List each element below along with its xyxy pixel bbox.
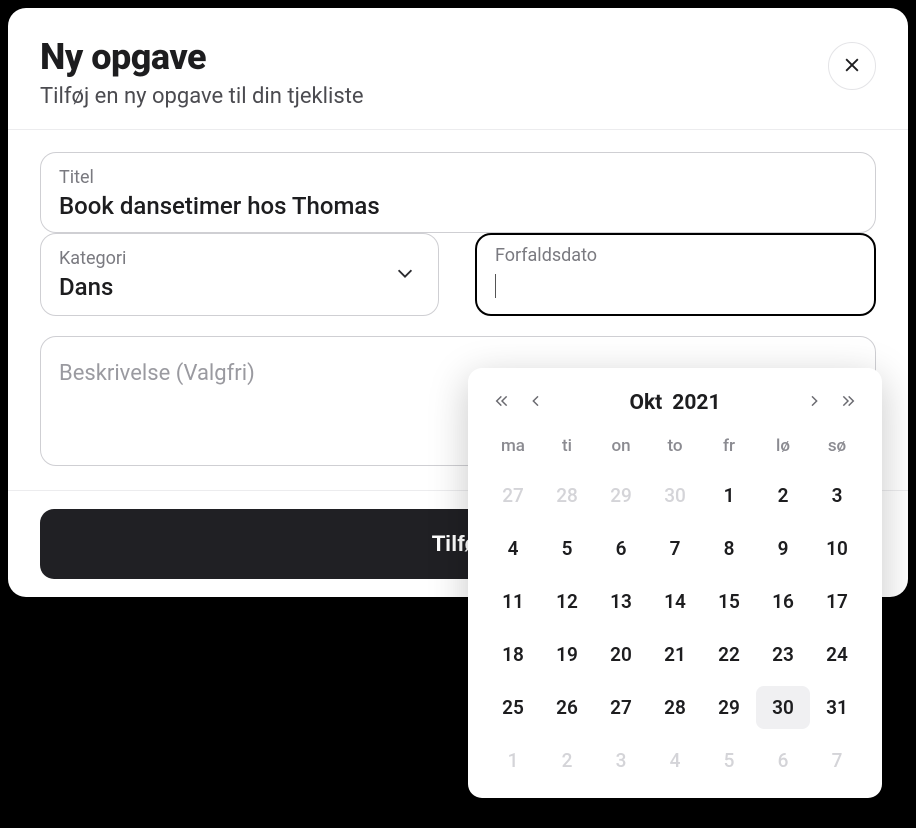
datepicker-day[interactable]: 7 <box>648 527 702 570</box>
category-field[interactable]: Kategori Dans <box>40 233 439 316</box>
datepicker-day[interactable]: 11 <box>486 580 540 623</box>
datepicker-day[interactable]: 5 <box>540 527 594 570</box>
datepicker-day[interactable]: 29 <box>702 686 756 729</box>
datepicker-day[interactable]: 13 <box>594 580 648 623</box>
datepicker-day[interactable]: 14 <box>648 580 702 623</box>
prev-month-button[interactable] <box>526 390 546 416</box>
chevron-right-icon <box>806 393 822 413</box>
datepicker-day[interactable]: 22 <box>702 633 756 676</box>
datepicker-weekday: ti <box>540 428 594 464</box>
datepicker-day[interactable]: 18 <box>486 633 540 676</box>
datepicker-day[interactable]: 27 <box>594 686 648 729</box>
chevron-double-right-icon <box>840 393 856 413</box>
next-month-button[interactable] <box>804 390 824 416</box>
datepicker-day[interactable]: 20 <box>594 633 648 676</box>
datepicker-day[interactable]: 27 <box>486 474 540 517</box>
prev-year-button[interactable] <box>492 390 512 416</box>
datepicker-day[interactable]: 6 <box>756 739 810 782</box>
datepicker-day[interactable]: 25 <box>486 686 540 729</box>
datepicker-day[interactable]: 28 <box>648 686 702 729</box>
datepicker-year: 2021 <box>672 391 720 415</box>
datepicker-day[interactable]: 26 <box>540 686 594 729</box>
title-label: Titel <box>59 167 857 188</box>
datepicker-day[interactable]: 5 <box>702 739 756 782</box>
chevron-down-icon <box>394 262 416 288</box>
datepicker-day[interactable]: 15 <box>702 580 756 623</box>
datepicker-day[interactable]: 9 <box>756 527 810 570</box>
datepicker-weekday: on <box>594 428 648 464</box>
datepicker-day[interactable]: 21 <box>648 633 702 676</box>
title-input[interactable] <box>59 192 857 220</box>
datepicker-day[interactable]: 6 <box>594 527 648 570</box>
datepicker-day[interactable]: 3 <box>810 474 864 517</box>
datepicker-day[interactable]: 1 <box>486 739 540 782</box>
modal-title: Ny opgave <box>40 36 364 78</box>
datepicker-day[interactable]: 31 <box>810 686 864 729</box>
datepicker-day[interactable]: 1 <box>702 474 756 517</box>
datepicker-grid: mationtofrløsø27282930123456789101112131… <box>486 428 864 782</box>
chevron-double-left-icon <box>494 393 510 413</box>
text-cursor <box>495 274 496 298</box>
datepicker-day[interactable]: 2 <box>540 739 594 782</box>
duedate-label: Forfaldsdato <box>495 245 856 266</box>
datepicker-day[interactable]: 17 <box>810 580 864 623</box>
close-button[interactable] <box>828 42 876 90</box>
datepicker-title[interactable]: Okt 2021 <box>629 391 720 415</box>
datepicker-weekday: ma <box>486 428 540 464</box>
datepicker-day[interactable]: 30 <box>756 686 810 729</box>
title-field[interactable]: Titel <box>40 152 876 233</box>
modal-header: Ny opgave Tilføj en ny opgave til din tj… <box>8 8 908 129</box>
category-value: Dans <box>59 273 420 301</box>
datepicker-day[interactable]: 30 <box>648 474 702 517</box>
datepicker-day[interactable]: 7 <box>810 739 864 782</box>
datepicker-day[interactable]: 28 <box>540 474 594 517</box>
datepicker-day[interactable]: 10 <box>810 527 864 570</box>
datepicker-nav-next-group <box>804 390 858 416</box>
duedate-field[interactable]: Forfaldsdato <box>475 233 876 316</box>
datepicker-weekday: to <box>648 428 702 464</box>
category-label: Kategori <box>59 248 420 269</box>
datepicker-day[interactable]: 2 <box>756 474 810 517</box>
datepicker-day[interactable]: 23 <box>756 633 810 676</box>
datepicker-weekday: fr <box>702 428 756 464</box>
datepicker-day[interactable]: 24 <box>810 633 864 676</box>
datepicker-day[interactable]: 4 <box>486 527 540 570</box>
datepicker-day[interactable]: 12 <box>540 580 594 623</box>
datepicker-month: Okt <box>629 391 662 415</box>
datepicker-weekday: sø <box>810 428 864 464</box>
datepicker-day[interactable]: 4 <box>648 739 702 782</box>
datepicker-popover: Okt 2021 mationtofrløsø27282930123456789… <box>468 368 882 798</box>
next-year-button[interactable] <box>838 390 858 416</box>
close-icon <box>842 55 862 78</box>
chevron-left-icon <box>528 393 544 413</box>
datepicker-nav-prev-group <box>492 390 546 416</box>
datepicker-day[interactable]: 16 <box>756 580 810 623</box>
datepicker-day[interactable]: 19 <box>540 633 594 676</box>
datepicker-header: Okt 2021 <box>486 388 864 428</box>
datepicker-weekday: lø <box>756 428 810 464</box>
duedate-input[interactable] <box>495 270 856 298</box>
datepicker-day[interactable]: 8 <box>702 527 756 570</box>
modal-heading: Ny opgave Tilføj en ny opgave til din tj… <box>40 36 364 109</box>
datepicker-day[interactable]: 3 <box>594 739 648 782</box>
modal-subtitle: Tilføj en ny opgave til din tjekliste <box>40 84 364 109</box>
datepicker-day[interactable]: 29 <box>594 474 648 517</box>
